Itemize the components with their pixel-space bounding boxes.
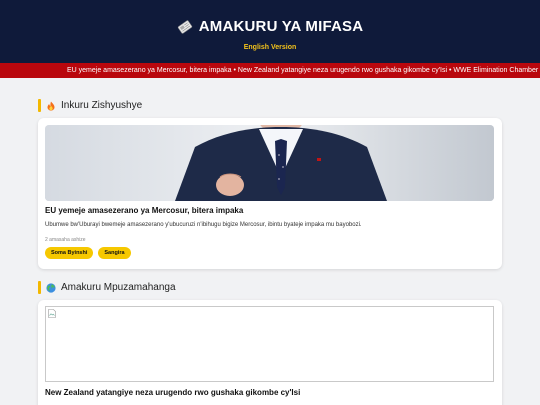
share-button[interactable]: Sangira <box>98 247 131 259</box>
article-timestamp: 2 amasaha ashize <box>45 237 86 243</box>
article-title[interactable]: EU yemeje amasezerano ya Mercosur, biter… <box>45 206 243 215</box>
article-image[interactable] <box>45 306 494 382</box>
site-title: AMAKURU YA MIFASA <box>198 18 364 35</box>
english-version-link[interactable]: English Version <box>0 44 540 51</box>
article-title[interactable]: New Zealand yatangiye neza urugendo rwo … <box>45 388 300 397</box>
article-actions: Soma Byinshi Sangira <box>45 247 131 259</box>
article-photo <box>45 125 494 201</box>
section-international-heading: Amakuru Mpuzamahanga <box>38 281 176 294</box>
ticker-text[interactable]: EU yemeje amasezerano ya Mercosur, biter… <box>67 63 540 78</box>
news-ticker: EU yemeje amasezerano ya Mercosur, biter… <box>0 63 540 78</box>
newspaper-icon <box>177 19 192 34</box>
article-card[interactable]: New Zealand yatangiye neza urugendo rwo … <box>38 300 502 405</box>
section-title-text: Amakuru Mpuzamahanga <box>61 282 176 293</box>
site-header: AMAKURU YA MIFASA English Version <box>0 0 540 63</box>
logo[interactable]: AMAKURU YA MIFASA <box>0 18 540 35</box>
section-accent-bar <box>38 281 41 294</box>
read-more-button[interactable]: Soma Byinshi <box>45 247 94 259</box>
article-image[interactable] <box>45 125 494 201</box>
section-trending-heading: Inkuru Zishyushye <box>38 99 142 112</box>
section-title-text: Inkuru Zishyushye <box>61 100 143 111</box>
globe-icon <box>46 282 56 293</box>
article-summary: Ubumwe bw'Uburayi bwemeje amasezerano y'… <box>45 222 362 228</box>
article-card[interactable]: EU yemeje amasezerano ya Mercosur, biter… <box>38 118 502 269</box>
fire-icon <box>47 101 55 111</box>
section-accent-bar <box>38 99 41 112</box>
broken-image-icon <box>48 309 56 318</box>
